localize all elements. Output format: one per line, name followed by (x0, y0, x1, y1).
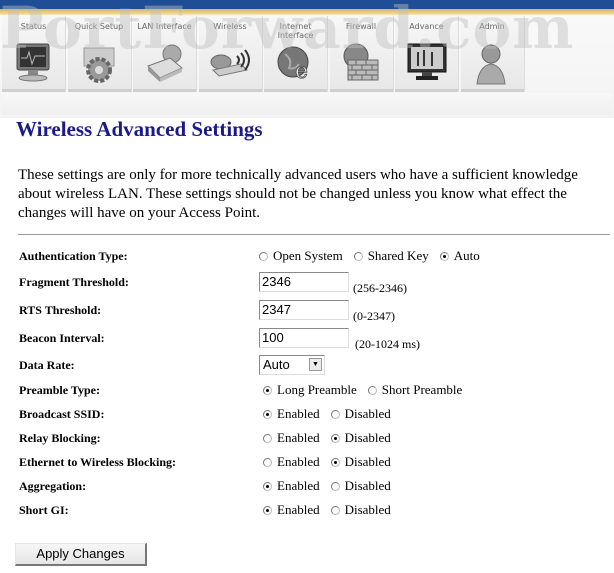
svg-text:e: e (295, 59, 308, 84)
authentication-type-group: Open System Shared Key Auto (259, 246, 491, 266)
nav-status[interactable]: Status (2, 16, 66, 92)
nav-internet-interface[interactable]: Internet Interface e (264, 16, 328, 92)
radio-unchecked-icon (259, 251, 268, 261)
eth-wireless-blocking-enabled-radio[interactable]: Enabled (263, 452, 320, 472)
internet-globe-icon: e (277, 46, 308, 84)
rts-threshold-range: (0-2347) (353, 309, 395, 323)
row-broadcast-ssid: Broadcast SSID: Enabled Disabled (18, 404, 614, 426)
relay-blocking-disabled-radio[interactable]: Disabled (330, 428, 391, 448)
relay-blocking-label: Relay Blocking: (19, 431, 101, 445)
divider (18, 234, 610, 235)
row-rts-threshold: RTS Threshold: 2347 (0-2347) (18, 300, 614, 323)
nav-label: LAN Interface (137, 22, 192, 31)
beacon-interval-range: (20-1024 ms) (355, 337, 420, 351)
apply-changes-button[interactable]: Apply Changes (15, 543, 147, 566)
broadcast-ssid-label: Broadcast SSID: (19, 407, 105, 421)
data-rate-select[interactable]: Auto ▼ (259, 355, 325, 375)
radio-unchecked-icon (330, 481, 340, 491)
nav-label: Advance (409, 22, 444, 31)
intro-text: These settings are only for more technic… (18, 167, 578, 221)
firewall-icon (343, 43, 379, 81)
radio-checked-icon (263, 385, 272, 395)
advanced-monitor-icon (407, 43, 446, 80)
relay-blocking-enabled-radio[interactable]: Enabled (263, 428, 320, 448)
radio-unchecked-icon (367, 385, 377, 395)
radio-unchecked-icon (330, 409, 340, 419)
auth-auto-radio[interactable]: Auto (439, 246, 480, 266)
radio-checked-icon (330, 433, 340, 443)
row-ethernet-wireless-blocking: Ethernet to Wireless Blocking: Enabled D… (18, 452, 614, 474)
wireless-adapter-icon (210, 49, 250, 77)
radio-checked-icon (439, 251, 449, 261)
radio-checked-icon (263, 481, 272, 491)
nav-label: Quick Setup (74, 22, 124, 31)
nav-label: Admin (479, 22, 505, 31)
radio-checked-icon (263, 409, 272, 419)
nav-firewall[interactable]: Firewall (329, 16, 394, 92)
row-data-rate: Data Rate: Auto ▼ (18, 355, 614, 377)
fragment-threshold-label: Fragment Threshold: (19, 275, 129, 289)
header-sub-band (2, 93, 612, 115)
fragment-threshold-input[interactable]: 2346 (259, 272, 349, 292)
header-banner: Status Quick Setup LAN Interface Wireles… (0, 0, 614, 118)
row-preamble-type: Preamble Type: Long Preamble Short Pream… (18, 380, 614, 402)
header-gold-bar (0, 9, 614, 15)
nav-advance[interactable]: Advance (395, 16, 459, 92)
preamble-type-label: Preamble Type: (19, 383, 100, 397)
fragment-threshold-range: (256-2346) (353, 281, 407, 295)
data-rate-label: Data Rate: (19, 358, 75, 372)
nav-lan-interface[interactable]: LAN Interface (133, 16, 197, 92)
nav-label: Firewall (345, 22, 377, 31)
row-fragment-threshold: Fragment Threshold: 2346 (256-2346) (18, 272, 614, 295)
nav-quick-setup[interactable]: Quick Setup (67, 16, 132, 92)
short-gi-disabled-radio[interactable]: Disabled (330, 500, 391, 520)
user-icon (476, 44, 506, 85)
radio-unchecked-icon (330, 505, 340, 515)
radio-unchecked-icon (353, 251, 363, 261)
main-nav: Status Quick Setup LAN Interface Wireles… (2, 16, 608, 92)
beacon-interval-input[interactable]: 100 (259, 328, 349, 348)
rts-threshold-input[interactable]: 2347 (259, 300, 349, 320)
ethernet-wireless-blocking-label: Ethernet to Wireless Blocking: (19, 455, 176, 469)
eth-wireless-blocking-disabled-radio[interactable]: Disabled (330, 452, 391, 472)
row-relay-blocking: Relay Blocking: Enabled Disabled (18, 428, 614, 450)
nav-label: Wireless (213, 22, 247, 31)
preamble-long-radio[interactable]: Long Preamble (263, 380, 357, 400)
row-aggregation: Aggregation: Enabled Disabled (18, 476, 614, 498)
radio-checked-icon (263, 505, 272, 515)
nav-label: Status (20, 22, 47, 31)
preamble-short-radio[interactable]: Short Preamble (367, 380, 462, 400)
header-top-bar (0, 0, 614, 9)
aggregation-enabled-radio[interactable]: Enabled (263, 476, 320, 496)
aggregation-label: Aggregation: (19, 479, 87, 493)
broadcast-ssid-disabled-radio[interactable]: Disabled (330, 404, 391, 424)
radio-checked-icon (330, 457, 340, 467)
beacon-interval-label: Beacon Interval: (19, 331, 105, 345)
row-beacon-interval: Beacon Interval: 100 (20-1024 ms) (18, 328, 614, 351)
row-authentication-type: Authentication Type: Open System Shared … (18, 246, 614, 268)
row-short-gi: Short GI: Enabled Disabled (18, 500, 614, 522)
nav-label: Internet Interface (277, 22, 314, 40)
chevron-down-icon[interactable]: ▼ (309, 358, 322, 371)
radio-unchecked-icon (263, 457, 272, 467)
page-title: Wireless Advanced Settings (16, 117, 263, 141)
network-drive-icon (146, 44, 183, 82)
rts-threshold-label: RTS Threshold: (19, 303, 102, 317)
nav-admin[interactable]: Admin (460, 16, 525, 92)
authentication-type-label: Authentication Type: (19, 249, 128, 263)
nav-wireless[interactable]: Wireless (198, 16, 263, 92)
short-gi-enabled-radio[interactable]: Enabled (263, 500, 320, 520)
aggregation-disabled-radio[interactable]: Disabled (330, 476, 391, 496)
short-gi-label: Short GI: (19, 503, 69, 517)
monitor-icon (16, 43, 49, 82)
auth-shared-key-radio[interactable]: Shared Key (353, 246, 429, 266)
broadcast-ssid-enabled-radio[interactable]: Enabled (263, 404, 320, 424)
gear-icon (83, 47, 115, 83)
auth-open-system-radio[interactable]: Open System (259, 246, 343, 266)
radio-unchecked-icon (263, 433, 272, 443)
